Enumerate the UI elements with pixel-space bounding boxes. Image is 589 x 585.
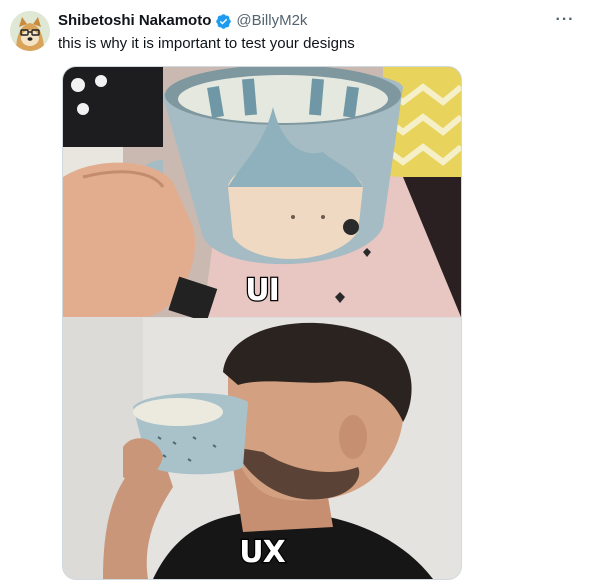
bottom-caption: UX xyxy=(239,535,285,570)
verified-badge-icon xyxy=(216,13,232,29)
tweet-media[interactable]: UI UX xyxy=(62,66,462,580)
top-caption: UI xyxy=(245,273,279,308)
author-avatar[interactable] xyxy=(10,11,50,51)
doge-avatar-icon xyxy=(10,11,50,51)
author-handle[interactable]: @BillyM2k xyxy=(236,11,307,31)
meme-image: UI UX xyxy=(63,67,461,579)
tweet-text: this is why it is important to test your… xyxy=(58,35,355,52)
author-name[interactable]: Shibetoshi Nakamoto xyxy=(58,11,211,31)
more-options-button[interactable]: ··· xyxy=(553,10,577,30)
tweet-header: Shibetoshi Nakamoto @BillyM2k xyxy=(58,11,307,31)
